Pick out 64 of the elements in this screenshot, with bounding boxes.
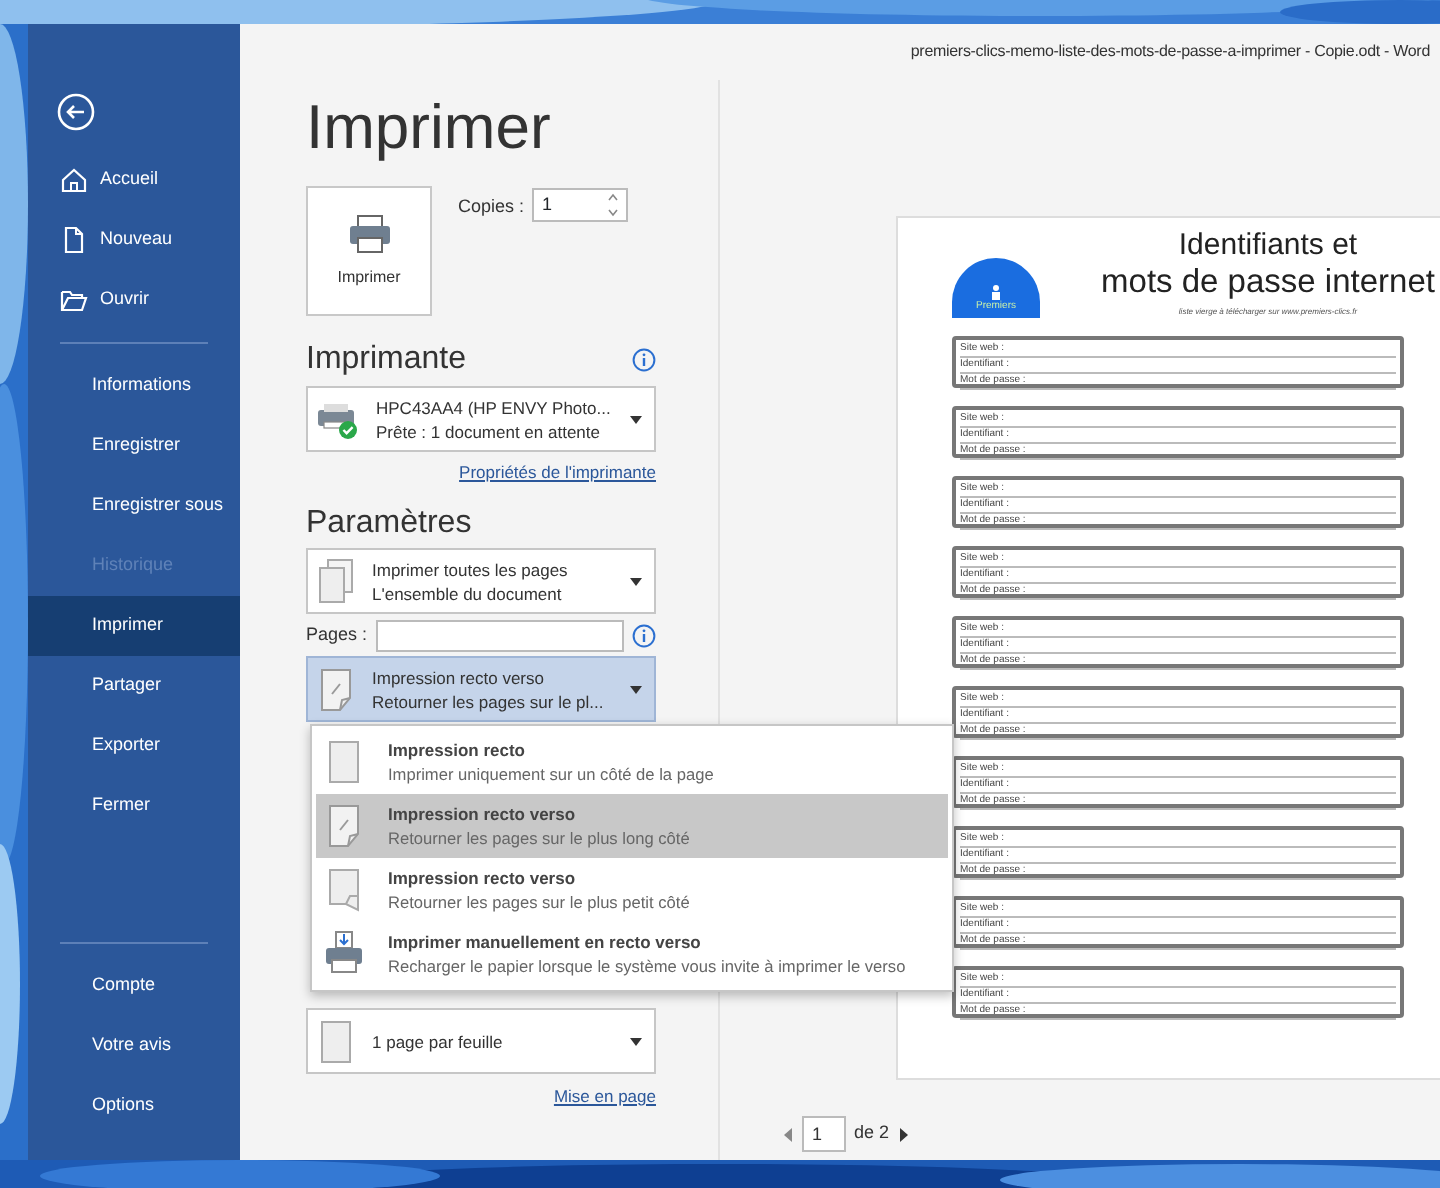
section-heading: Imprimante xyxy=(306,340,467,380)
menu-item[interactable]: Imprimer manuellement en recto verso Recharger le papier lorsque le système vous invite à imprimer le verso xyxy=(316,922,948,986)
page-title: Imprimer xyxy=(306,92,553,164)
caret-icon xyxy=(630,1037,642,1045)
printer-dropdown[interactable]: HPC43AA4 (HP ENVY Photo... Prête : 1 document en attente xyxy=(306,386,656,452)
pages-per-sheet-dropdown[interactable]: 1 page par feuille xyxy=(306,1008,656,1074)
sidebar-item[interactable]: Compte xyxy=(28,956,240,1016)
sidebar-item[interactable]: Partager xyxy=(28,656,240,716)
info-icon[interactable] xyxy=(632,624,656,648)
sidebar-item[interactable]: Informations xyxy=(28,356,240,416)
document-icon xyxy=(60,226,88,254)
sidebar-item[interactable]: Accueil xyxy=(28,150,240,210)
dropdown-title: Imprimer toutes les pages xyxy=(372,557,570,581)
printer-icon xyxy=(324,930,364,978)
pages-icon xyxy=(316,557,356,605)
page-icon xyxy=(316,1017,356,1065)
dropdown-subtitle: Prête : 1 document en attente xyxy=(376,419,602,443)
printer-properties-link[interactable]: Propriétés de l'imprimante xyxy=(459,462,656,482)
pages-label: Pages : xyxy=(306,622,368,649)
sidebar-item[interactable]: Imprimer xyxy=(28,596,240,656)
document-title: Identifiants et xyxy=(1178,230,1358,262)
menu-item[interactable]: Impression recto verso Retourner les pages sur le plus petit côté xyxy=(316,858,948,922)
page-setup-link[interactable]: Mise en page xyxy=(553,1086,656,1106)
page-number-field[interactable]: 1 xyxy=(802,1116,846,1152)
document-title: mots de passe internet xyxy=(1101,262,1435,302)
pages-dropdown[interactable]: Imprimer toutes les pages L'ensemble du document xyxy=(306,548,656,614)
copies-label: Copies : xyxy=(458,194,525,220)
sidebar-item[interactable]: Enregistrer xyxy=(28,416,240,476)
page-count: de 2 xyxy=(854,1120,890,1147)
next-page-icon[interactable] xyxy=(897,1127,908,1141)
caret-icon xyxy=(630,415,642,423)
printer-icon xyxy=(347,213,391,253)
sidebar-item[interactable]: Nouveau xyxy=(28,210,240,270)
folder-icon xyxy=(60,286,88,314)
dropdown-subtitle: L'ensemble du document xyxy=(372,581,564,605)
menu-item[interactable]: Impression recto Imprimer uniquement sur un côté de la page xyxy=(316,730,948,794)
sidebar-item[interactable]: Votre avis xyxy=(28,1016,240,1076)
previous-page-icon[interactable] xyxy=(784,1127,794,1141)
caret-icon xyxy=(630,685,642,693)
section-heading: Paramètres xyxy=(306,504,472,544)
sidebar-item[interactable]: Fermer xyxy=(28,776,240,836)
dropdown-subtitle: Retourner les pages sur le pl... xyxy=(372,689,606,713)
menu-item[interactable]: Impression recto verso Retourner les pages sur le plus long côté xyxy=(316,794,948,858)
dropdown-title: 1 page par feuille xyxy=(372,1029,505,1053)
sidebar-item[interactable]: Options xyxy=(28,1076,240,1136)
spinner-arrows-icon xyxy=(608,192,619,218)
sidebar-item[interactable]: Ouvrir xyxy=(28,270,240,330)
copies-field[interactable]: 1 xyxy=(532,188,629,222)
sidebar-item[interactable]: Enregistrer sous xyxy=(28,476,240,536)
pages-field[interactable] xyxy=(375,620,624,652)
sidebar-item[interactable]: Exporter xyxy=(28,716,240,776)
duplex-dropdown[interactable]: Impression recto verso Retourner les pages sur le pl... xyxy=(306,656,656,722)
page-icon xyxy=(324,866,364,914)
caret-icon xyxy=(630,577,642,585)
page-icon xyxy=(324,802,364,850)
page-icon xyxy=(324,738,364,786)
back-icon[interactable] xyxy=(56,92,96,132)
page-icon xyxy=(316,665,356,713)
info-icon[interactable] xyxy=(632,348,656,372)
home-icon xyxy=(60,166,88,194)
dropdown-title: Impression recto verso xyxy=(372,665,546,689)
dropdown-title: HPC43AA4 (HP ENVY Photo... xyxy=(376,395,613,419)
print-button[interactable]: Imprimer xyxy=(306,186,432,316)
window-title: premiers-clics-memo-liste-des-mots-de-passe-a-imprimer - Copie.odt - Word xyxy=(910,40,1430,64)
